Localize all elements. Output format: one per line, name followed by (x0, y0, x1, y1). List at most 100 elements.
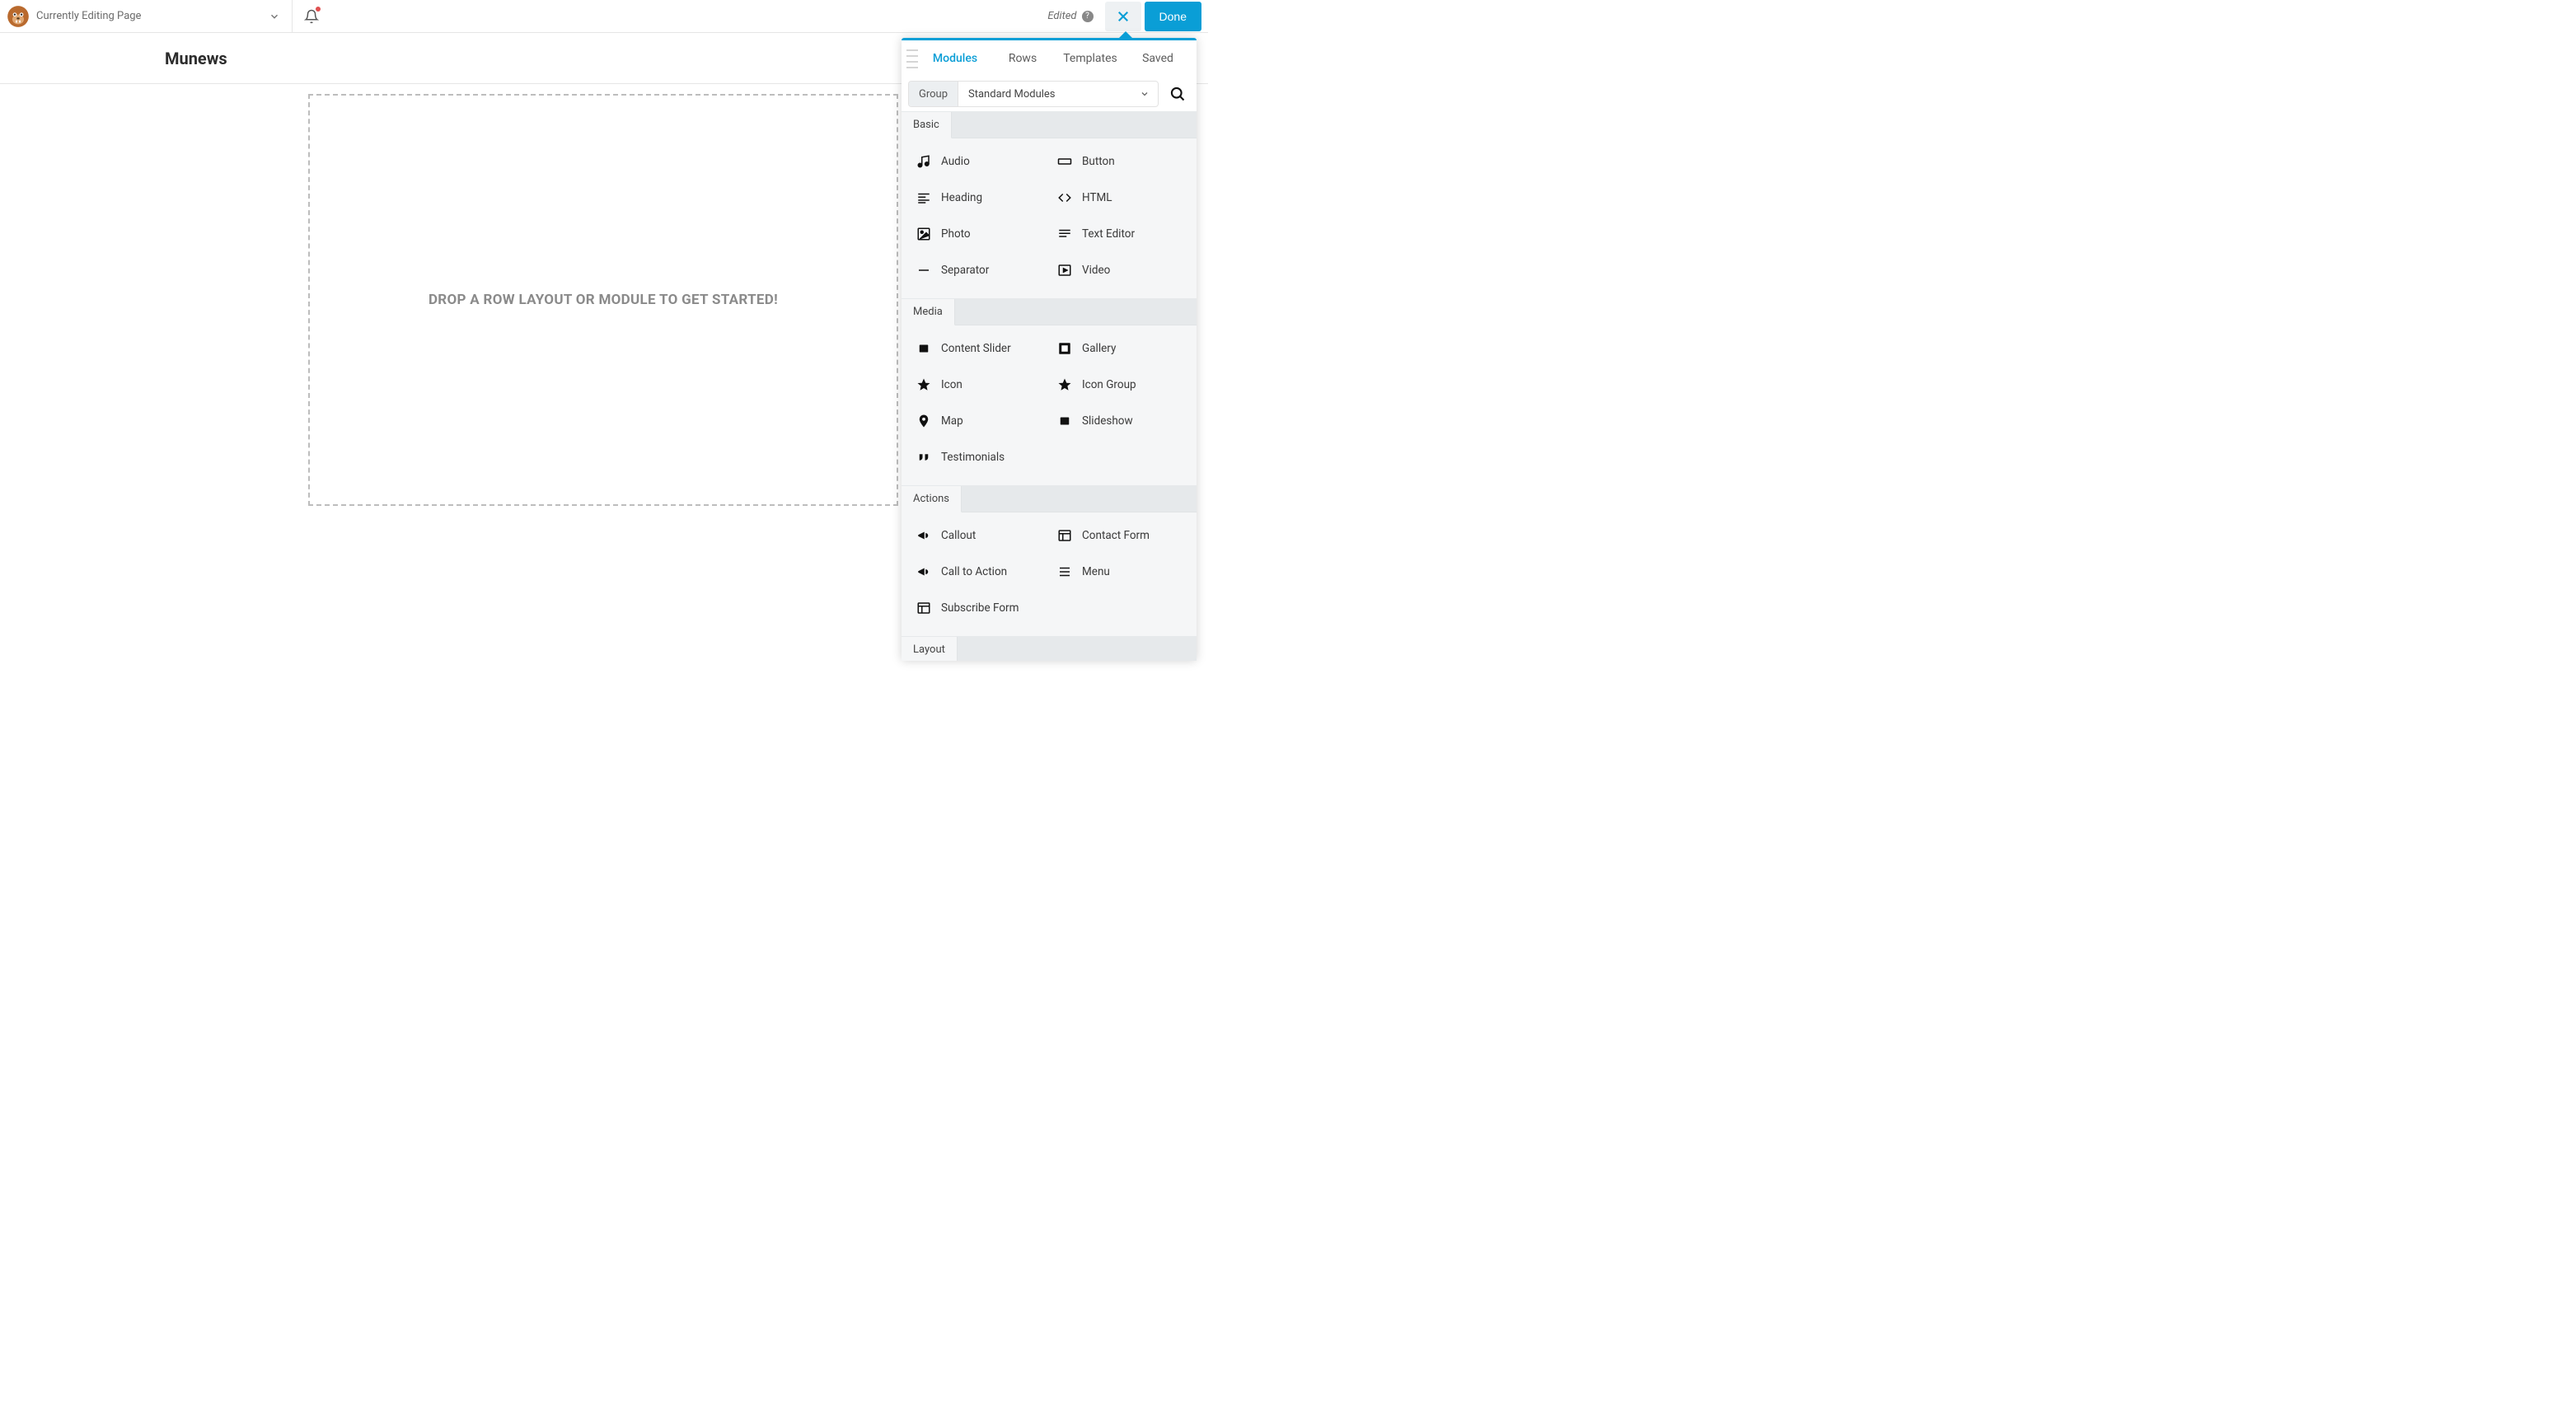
group-select[interactable]: Group Standard Modules (908, 81, 1159, 107)
module-heading[interactable]: Heading (908, 180, 1049, 216)
module-testimonials[interactable]: Testimonials (908, 439, 1049, 475)
gallery-icon (1054, 341, 1075, 356)
module-text-editor[interactable]: Text Editor (1049, 216, 1190, 252)
help-icon[interactable]: ? (1082, 11, 1094, 22)
close-icon (1116, 9, 1131, 24)
edited-label: Edited (1047, 10, 1076, 22)
module-label: Content Slider (941, 342, 1011, 355)
module-label: Subscribe Form (941, 601, 1019, 615)
tab-saved[interactable]: Saved (1124, 45, 1192, 72)
module-grid-actions: Callout Contact Form Call to Action Menu Sub… (902, 512, 1197, 636)
module-gallery[interactable]: Gallery (1049, 330, 1190, 367)
panel-tabs: Modules Rows Templates Saved (902, 40, 1197, 77)
module-label: Icon (941, 378, 962, 391)
module-label: Testimonials (941, 451, 1005, 464)
close-button[interactable] (1105, 2, 1141, 31)
module-label: Button (1082, 155, 1115, 168)
module-label: Separator (941, 264, 989, 277)
panel-scroll[interactable]: Basic Audio Button Heading HTML Photo Text Edi… (902, 111, 1197, 661)
module-content-slider[interactable]: Content Slider (908, 330, 1049, 367)
module-grid-media: Content Slider Gallery Icon Icon Group Map Sl… (902, 325, 1197, 485)
drag-handle-icon[interactable] (906, 47, 918, 70)
module-icon[interactable]: Icon (908, 367, 1049, 403)
module-photo[interactable]: Photo (908, 216, 1049, 252)
module-contact-form[interactable]: Contact Form (1049, 517, 1190, 554)
editing-label: Currently Editing Page (36, 10, 262, 22)
quote-icon (913, 450, 934, 465)
form-icon (913, 601, 934, 615)
module-menu[interactable]: Menu (1049, 554, 1190, 590)
section-title: Media (902, 299, 955, 325)
image-icon (913, 227, 934, 241)
app-logo (7, 5, 30, 28)
module-label: Gallery (1082, 342, 1116, 355)
section-header-layout[interactable]: Layout (902, 636, 1197, 661)
module-label: Photo (941, 227, 971, 241)
music-icon (913, 154, 934, 169)
module-label: Menu (1082, 565, 1110, 578)
module-button[interactable]: Button (1049, 143, 1190, 180)
page-title: Munews (165, 49, 227, 68)
form-icon (1054, 528, 1075, 543)
group-value: Standard Modules (958, 88, 1131, 101)
done-button[interactable]: Done (1145, 2, 1201, 31)
module-video[interactable]: Video (1049, 252, 1190, 288)
dropzone-text: DROP A ROW LAYOUT OR MODULE TO GET START… (429, 292, 778, 308)
pin-icon (913, 414, 934, 428)
section-title: Actions (902, 486, 962, 512)
panel-notch-icon (1117, 31, 1134, 40)
group-label: Group (909, 82, 958, 106)
modules-panel: Modules Rows Templates Saved Group Stand… (902, 38, 1197, 661)
section-header-actions[interactable]: Actions (902, 485, 1197, 512)
megaphone-icon (913, 564, 934, 579)
notifications-button[interactable] (293, 0, 330, 32)
top-bar: Currently Editing Page Edited ? Done (0, 0, 1208, 33)
chevron-down-icon (1131, 87, 1158, 102)
module-separator[interactable]: Separator (908, 252, 1049, 288)
search-button[interactable] (1165, 82, 1190, 106)
code-icon (1054, 190, 1075, 205)
section-title: Layout (902, 637, 958, 661)
minus-icon (913, 263, 934, 278)
tab-templates[interactable]: Templates (1056, 45, 1124, 72)
section-title: Basic (902, 112, 952, 138)
notification-dot-icon (316, 7, 321, 12)
page-dropdown-toggle[interactable] (262, 4, 287, 29)
filter-row: Group Standard Modules (902, 77, 1197, 111)
edited-status: Edited ? (1047, 10, 1093, 22)
star-icon (1054, 377, 1075, 392)
module-audio[interactable]: Audio (908, 143, 1049, 180)
section-header-basic[interactable]: Basic (902, 111, 1197, 138)
module-label: Icon Group (1082, 378, 1136, 391)
module-slideshow[interactable]: Slideshow (1049, 403, 1190, 439)
module-label: Video (1082, 264, 1110, 277)
star-icon (913, 377, 934, 392)
module-label: Slideshow (1082, 414, 1133, 428)
module-label: Map (941, 414, 963, 428)
module-icon-group[interactable]: Icon Group (1049, 367, 1190, 403)
slider-icon (913, 341, 934, 356)
module-call-to-action[interactable]: Call to Action (908, 554, 1049, 590)
module-html[interactable]: HTML (1049, 180, 1190, 216)
module-label: Audio (941, 155, 970, 168)
dropzone[interactable]: DROP A ROW LAYOUT OR MODULE TO GET START… (308, 94, 898, 506)
module-label: Callout (941, 529, 976, 542)
topbar-left: Currently Editing Page (0, 0, 293, 32)
module-label: Heading (941, 191, 982, 204)
module-callout[interactable]: Callout (908, 517, 1049, 554)
play-frame-icon (1054, 263, 1075, 278)
menu-icon (1054, 564, 1075, 579)
lines-heading-icon (913, 190, 934, 205)
module-map[interactable]: Map (908, 403, 1049, 439)
module-label: HTML (1082, 191, 1112, 204)
module-grid-basic: Audio Button Heading HTML Photo Text Editor Se… (902, 138, 1197, 298)
megaphone-icon (913, 528, 934, 543)
rect-icon (1054, 154, 1075, 169)
module-label: Call to Action (941, 565, 1007, 578)
tab-modules[interactable]: Modules (921, 45, 989, 72)
module-label: Contact Form (1082, 529, 1150, 542)
section-header-media[interactable]: Media (902, 298, 1197, 325)
tab-rows[interactable]: Rows (989, 45, 1056, 72)
module-subscribe-form[interactable]: Subscribe Form (908, 590, 1049, 626)
module-label: Text Editor (1082, 227, 1135, 241)
